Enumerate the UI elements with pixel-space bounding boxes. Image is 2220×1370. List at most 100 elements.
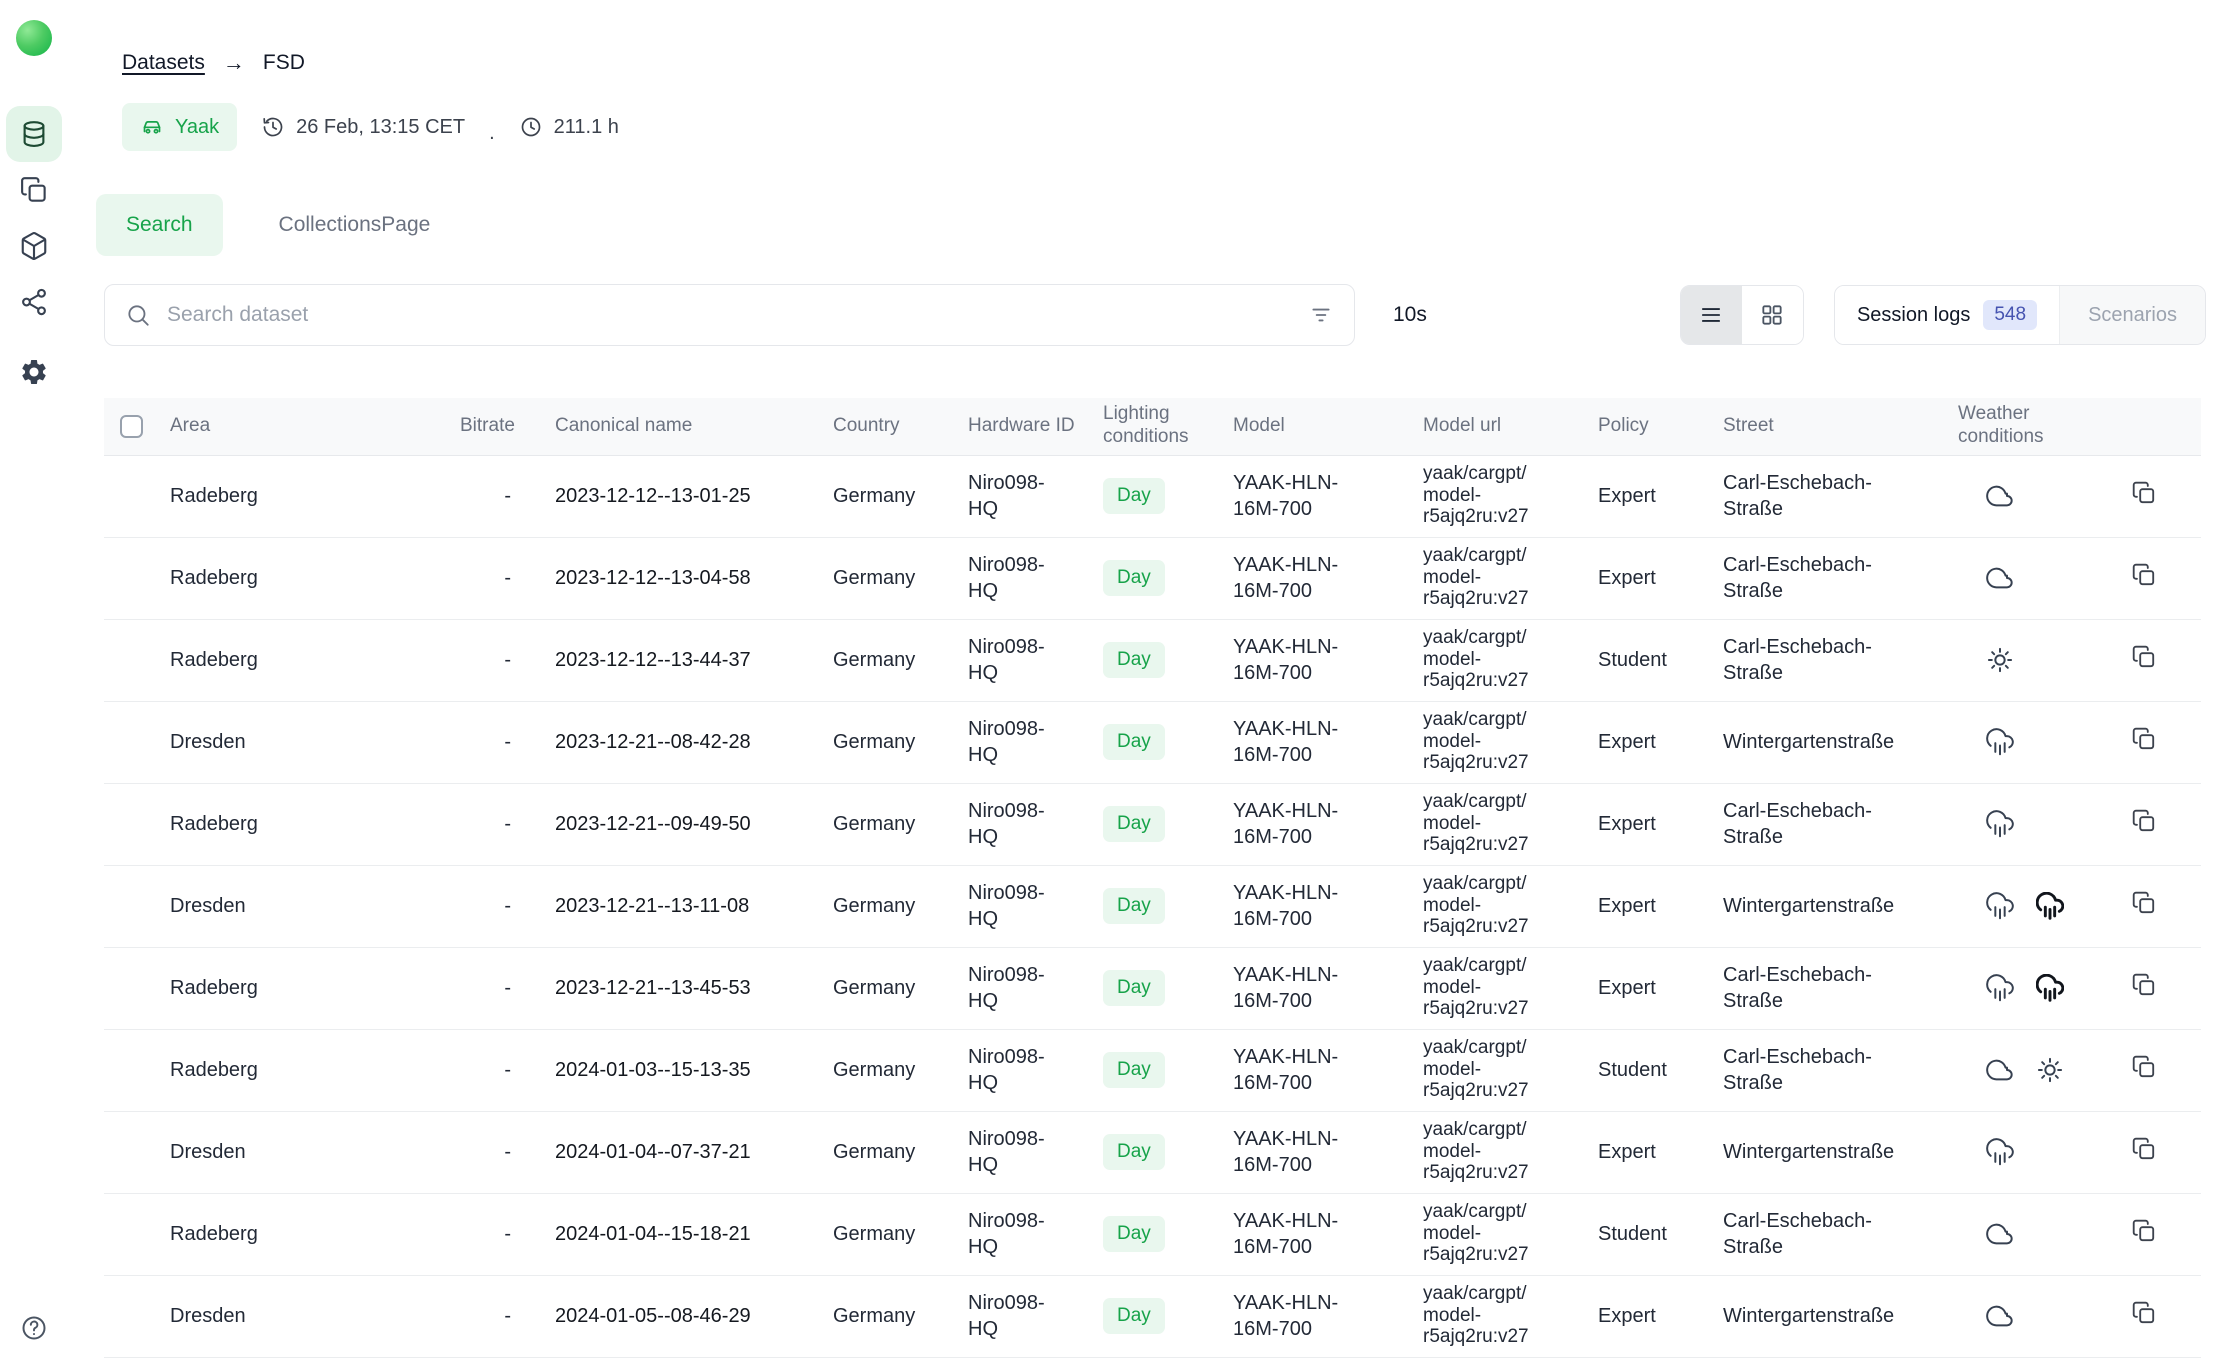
table-row[interactable]: Radeberg - 2024-01-04--15-18-21 Germany … bbox=[104, 1193, 2201, 1275]
vehicle-badge[interactable]: Yaak bbox=[122, 103, 237, 151]
copy-row-icon[interactable] bbox=[2131, 480, 2157, 506]
table-body: Radeberg - 2023-12-12--13-01-25 Germany … bbox=[104, 455, 2201, 1357]
cloud-icon bbox=[1986, 482, 2014, 510]
refresh-interval[interactable]: 10s bbox=[1393, 303, 1427, 327]
history-clock-icon bbox=[261, 115, 285, 139]
tab-search[interactable]: Search bbox=[96, 194, 223, 256]
copy-row-icon[interactable] bbox=[2131, 1136, 2157, 1162]
cell-model: YAAK-HLN-16M-700 bbox=[1233, 1126, 1357, 1178]
lighting-badge: Day bbox=[1103, 888, 1165, 925]
help-button[interactable] bbox=[6, 1300, 62, 1356]
table-row[interactable]: Dresden - 2024-01-05--08-46-29 Germany N… bbox=[104, 1275, 2201, 1357]
cell-area: Radeberg bbox=[170, 813, 258, 835]
lighting-badge: Day bbox=[1103, 724, 1165, 761]
lighting-badge: Day bbox=[1103, 1052, 1165, 1089]
package-icon bbox=[19, 231, 49, 261]
row-select-cell bbox=[104, 1029, 154, 1111]
row-select-cell bbox=[104, 865, 154, 947]
cell-country: Germany bbox=[833, 977, 915, 999]
cell-street: Carl-Eschebach-Straße bbox=[1723, 634, 1891, 686]
table-row[interactable]: Dresden - 2023-12-21--13-11-08 Germany N… bbox=[104, 865, 2201, 947]
row-select-cell bbox=[104, 1193, 154, 1275]
search-input[interactable] bbox=[165, 302, 1294, 328]
copy-row-icon[interactable] bbox=[2131, 562, 2157, 588]
tab-collections-page[interactable]: CollectionsPage bbox=[249, 194, 461, 256]
sidebar-item-settings[interactable] bbox=[6, 344, 62, 400]
cell-model: YAAK-HLN-16M-700 bbox=[1233, 552, 1357, 604]
lighting-badge: Day bbox=[1103, 1216, 1165, 1253]
cell-canonical-name: 2024-01-04--15-18-21 bbox=[555, 1223, 751, 1245]
copy-row-icon[interactable] bbox=[2131, 972, 2157, 998]
scenarios-button[interactable]: Scenarios bbox=[2059, 286, 2205, 344]
cell-weather bbox=[1986, 1220, 2077, 1248]
select-all-checkbox[interactable] bbox=[120, 415, 143, 438]
copy-row-icon[interactable] bbox=[2131, 726, 2157, 752]
cell-street: Wintergartenstraße bbox=[1723, 1139, 1891, 1165]
table-row[interactable]: Dresden - 2024-01-04--07-37-21 Germany N… bbox=[104, 1111, 2201, 1193]
cell-canonical-name: 2023-12-21--13-45-53 bbox=[555, 977, 751, 999]
breadcrumb: Datasets → FSD bbox=[122, 50, 2206, 76]
sidebar-item-workflows[interactable] bbox=[6, 274, 62, 330]
cell-model-url: yaak/​cargpt/​model-​r5ajq2ru:v27 bbox=[1423, 627, 1551, 691]
row-select-cell bbox=[104, 537, 154, 619]
copy-row-icon[interactable] bbox=[2131, 1218, 2157, 1244]
cell-street: Carl-Eschebach-Straße bbox=[1723, 552, 1891, 604]
row-select-cell bbox=[104, 947, 154, 1029]
column-header-country: Country bbox=[817, 398, 952, 455]
cell-policy: Expert bbox=[1598, 485, 1656, 507]
cell-canonical-name: 2024-01-05--08-46-29 bbox=[555, 1305, 751, 1327]
database-icon bbox=[19, 119, 49, 149]
sidebar-item-collections[interactable] bbox=[6, 162, 62, 218]
cell-canonical-name: 2023-12-21--08-42-28 bbox=[555, 731, 751, 753]
column-header-lighting-conditions: Lighting conditions bbox=[1087, 398, 1217, 455]
table-row[interactable]: Dresden - 2023-12-21--08-42-28 Germany N… bbox=[104, 701, 2201, 783]
cell-bitrate: - bbox=[504, 813, 511, 835]
table-row[interactable]: Radeberg - 2023-12-12--13-04-58 Germany … bbox=[104, 537, 2201, 619]
cell-model: YAAK-HLN-16M-700 bbox=[1233, 634, 1357, 686]
sidebar-item-packages[interactable] bbox=[6, 218, 62, 274]
filter-icon[interactable] bbox=[1308, 302, 1334, 328]
cell-country: Germany bbox=[833, 895, 915, 917]
cell-hardware-id: Niro098-HQ bbox=[968, 470, 1060, 522]
lighting-badge: Day bbox=[1103, 1298, 1165, 1335]
cell-canonical-name: 2023-12-12--13-44-37 bbox=[555, 649, 751, 671]
session-logs-button[interactable]: Session logs 548 bbox=[1835, 286, 2059, 344]
toolbar: 10s Session logs 548 Scenarios bbox=[104, 284, 2206, 346]
column-header-weather-conditions: Weather conditions bbox=[1942, 398, 2087, 455]
lighting-badge: Day bbox=[1103, 642, 1165, 679]
copy-row-icon[interactable] bbox=[2131, 890, 2157, 916]
list-view-button[interactable] bbox=[1681, 286, 1742, 344]
cell-country: Germany bbox=[833, 731, 915, 753]
copy-row-icon[interactable] bbox=[2131, 808, 2157, 834]
cell-country: Germany bbox=[833, 1141, 915, 1163]
table-row[interactable]: Radeberg - 2023-12-12--13-01-25 Germany … bbox=[104, 455, 2201, 537]
table-row[interactable]: Radeberg - 2023-12-12--13-44-37 Germany … bbox=[104, 619, 2201, 701]
cell-policy: Expert bbox=[1598, 895, 1656, 917]
cell-model-url: yaak/​cargpt/​model-​r5ajq2ru:v27 bbox=[1423, 463, 1551, 527]
copy-row-icon[interactable] bbox=[2131, 1300, 2157, 1326]
table-row[interactable]: Radeberg - 2024-01-03--15-13-35 Germany … bbox=[104, 1029, 2201, 1111]
table-row[interactable]: Radeberg - 2023-12-21--13-45-53 Germany … bbox=[104, 947, 2201, 1029]
cell-canonical-name: 2024-01-04--07-37-21 bbox=[555, 1141, 751, 1163]
column-header-hardware-id: Hardware ID bbox=[952, 398, 1087, 455]
cell-weather bbox=[1986, 810, 2077, 838]
table-row[interactable]: Radeberg - 2023-12-21--09-49-50 Germany … bbox=[104, 783, 2201, 865]
cell-street: Carl-Eschebach-Straße bbox=[1723, 798, 1891, 850]
copy-row-icon[interactable] bbox=[2131, 644, 2157, 670]
cloud-icon bbox=[1986, 1302, 2014, 1330]
grid-view-button[interactable] bbox=[1742, 286, 1803, 344]
cell-street: Wintergartenstraße bbox=[1723, 729, 1891, 755]
breadcrumb-datasets-link[interactable]: Datasets bbox=[122, 51, 205, 75]
search-icon bbox=[125, 302, 151, 328]
lighting-badge: Day bbox=[1103, 806, 1165, 843]
gear-icon bbox=[19, 357, 49, 387]
cell-street: Carl-Eschebach-Straße bbox=[1723, 1208, 1891, 1260]
copy-row-icon[interactable] bbox=[2131, 1054, 2157, 1080]
cell-policy: Student bbox=[1598, 649, 1667, 671]
cell-model-url: yaak/​cargpt/​model-​r5ajq2ru:v27 bbox=[1423, 709, 1551, 773]
cell-model: YAAK-HLN-16M-700 bbox=[1233, 962, 1357, 1014]
cell-area: Radeberg bbox=[170, 1059, 258, 1081]
app-logo bbox=[16, 20, 52, 56]
sidebar-item-datasets[interactable] bbox=[6, 106, 62, 162]
cell-policy: Expert bbox=[1598, 813, 1656, 835]
